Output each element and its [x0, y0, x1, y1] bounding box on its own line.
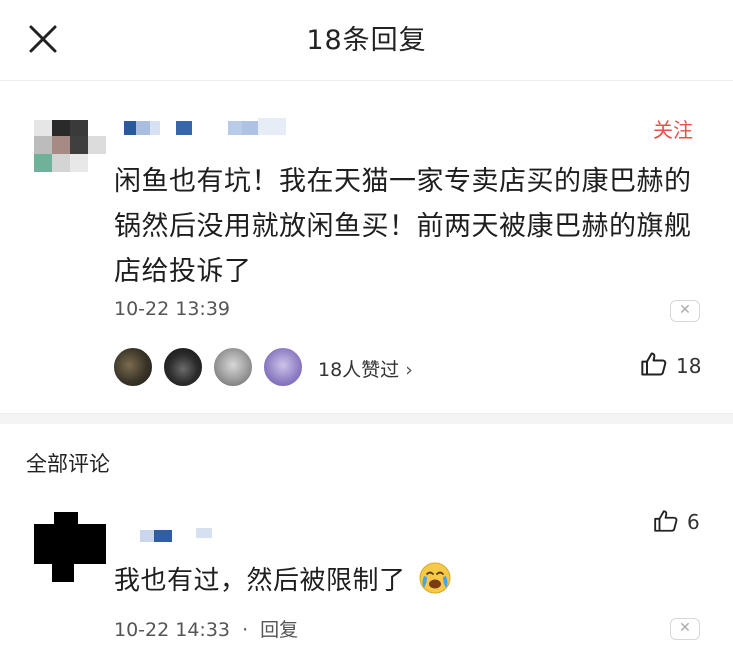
- likes-summary-link[interactable]: 18人赞过 ›: [318, 355, 413, 382]
- username[interactable]: [140, 528, 220, 544]
- reply-button[interactable]: 回复: [260, 619, 298, 641]
- thumbs-up-icon: [654, 510, 678, 532]
- likers-avatars[interactable]: [112, 346, 312, 388]
- comment-timestamp: 10-22 14:33: [114, 619, 231, 641]
- dismiss-button[interactable]: ✕: [670, 300, 700, 322]
- avatar[interactable]: [34, 512, 106, 582]
- avatar[interactable]: [34, 120, 106, 176]
- post-content: 闲鱼也有坑！我在天猫一家专卖店买的康巴赫的锅然后没用就放闲鱼买！前两天被康巴赫的…: [114, 166, 692, 287]
- username[interactable]: [124, 118, 294, 140]
- meta-separator: ·: [242, 619, 249, 641]
- avatar[interactable]: [262, 346, 304, 388]
- avatar[interactable]: [212, 346, 254, 388]
- dismiss-button[interactable]: ✕: [670, 618, 700, 640]
- chevron-right-icon: ›: [405, 359, 413, 381]
- post-timestamp: 10-22 13:39: [114, 298, 231, 320]
- follow-button[interactable]: 关注: [653, 114, 693, 143]
- avatar[interactable]: [112, 346, 154, 388]
- comment-meta: 10-22 14:33 · 回复: [114, 615, 298, 642]
- comment-content: 我也有过，然后被限制了: [114, 560, 452, 602]
- likes-summary-label: 18人赞过: [318, 359, 400, 381]
- like-count: 6: [687, 510, 700, 534]
- section-divider: [0, 413, 733, 424]
- crying-emoji-icon: [418, 561, 452, 602]
- comment-text: 我也有过，然后被限制了: [114, 566, 406, 596]
- page-title: 18条回复: [306, 25, 427, 56]
- comments-heading: 全部评论: [26, 452, 110, 476]
- like-button[interactable]: 18: [640, 350, 710, 380]
- like-count: 18: [676, 354, 702, 378]
- comment-like-button[interactable]: 6: [653, 508, 713, 536]
- thumbs-up-icon: [641, 352, 667, 376]
- avatar[interactable]: [162, 346, 204, 388]
